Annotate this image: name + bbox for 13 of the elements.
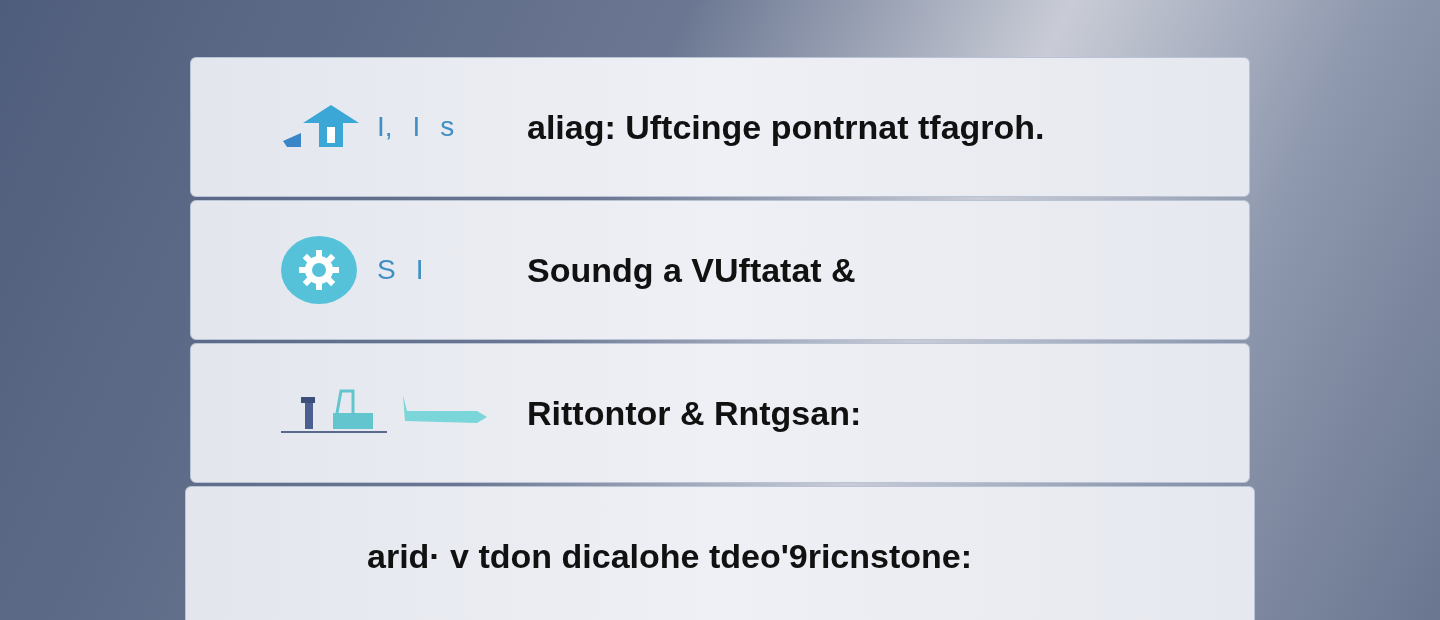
glyph-mark: S <box>376 253 397 287</box>
row-label: arid· v tdon dicalohe tdeo'9ricnstone: <box>367 535 973 577</box>
row-label: Rittontor & Rntgsan: <box>527 392 862 434</box>
glyph-mark: I <box>414 253 425 287</box>
list-card[interactable]: S I Soundg a VUftatat & <box>190 200 1250 340</box>
glyph-mark: I <box>411 110 422 144</box>
glyph-mark: s <box>439 110 456 144</box>
glyph-mark: I, <box>376 110 394 144</box>
row-label: Soundg a VUftatat & <box>527 249 856 291</box>
list-card[interactable]: Rittontor & Rntgsan: <box>190 343 1250 483</box>
list-card[interactable]: arid· v tdon dicalohe tdeo'9ricnstone: <box>185 486 1255 620</box>
list-card[interactable]: I, I s aliag: Uftcinge pontrnat tfagroh. <box>190 57 1250 197</box>
row-label: aliag: Uftcinge pontrnat tfagroh. <box>527 106 1045 148</box>
